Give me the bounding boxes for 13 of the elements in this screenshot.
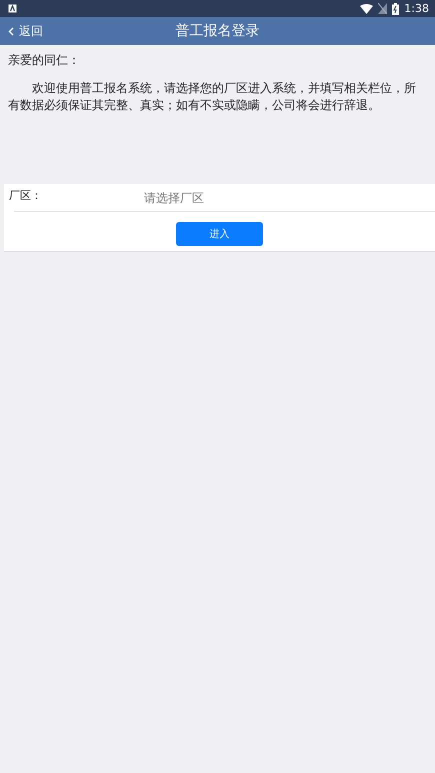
chevron-left-icon — [8, 26, 14, 36]
area-select-field[interactable]: 请选择厂区 — [144, 190, 264, 204]
status-time: 1:38 — [404, 2, 429, 15]
enter-button[interactable]: 进入 — [176, 222, 263, 246]
no-sim-icon — [378, 3, 388, 14]
field-label: 厂区： — [9, 188, 43, 203]
notice-paragraph: 欢迎使用普工报名系统，请选择您的厂区进入系统，并填写相关栏位，所有数据必须保证其完整、真实；如有不实或隐瞒，公司将会进行辞退。 — [7, 80, 417, 114]
greeting-text: 亲爱的同仁： — [7, 52, 81, 69]
notification-icon — [8, 4, 17, 13]
wifi-icon — [360, 4, 374, 14]
back-button[interactable]: 返回 — [0, 17, 49, 45]
battery-icon — [392, 2, 400, 14]
page-title: 普工报名登录 — [174, 22, 260, 40]
